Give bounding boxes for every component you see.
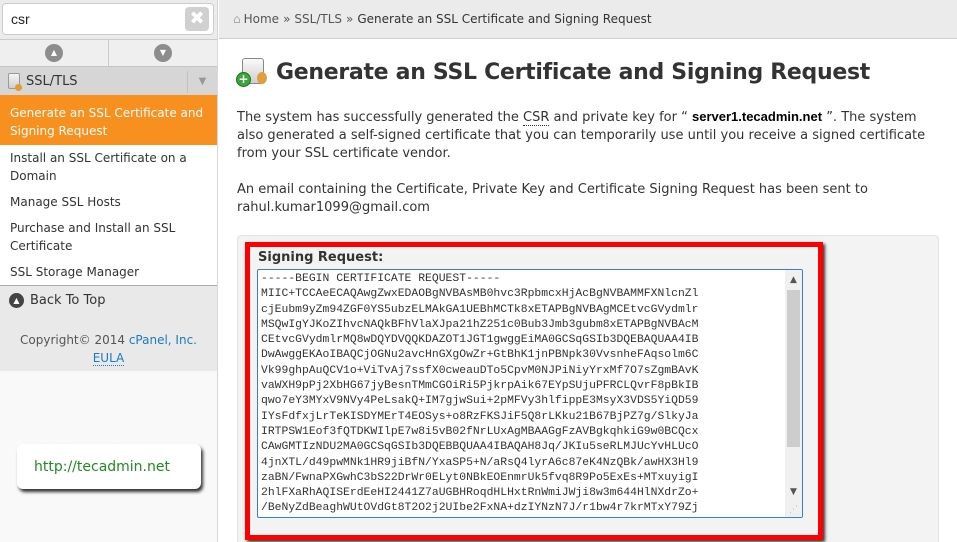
success-text-part: and private key for “ bbox=[549, 110, 692, 125]
breadcrumb-separator: » bbox=[346, 12, 354, 26]
signing-request-textarea[interactable]: -----BEGIN CERTIFICATE REQUEST----- MIIC… bbox=[257, 269, 803, 518]
breadcrumb: ⌂ Home » SSL/TLS » Generate an SSL Certi… bbox=[219, 0, 957, 39]
back-to-top-label: Back To Top bbox=[30, 293, 106, 308]
textarea-scrollbar[interactable]: ▲ ▼ ⋰ bbox=[785, 270, 802, 517]
breadcrumb-separator: » bbox=[283, 12, 291, 26]
search-box: ✖ bbox=[2, 3, 214, 35]
breadcrumb-ssl-tls[interactable]: SSL/TLS bbox=[294, 12, 342, 26]
copyright: Copyright© 2014 cPanel, Inc. EULA bbox=[0, 315, 217, 371]
search-input[interactable] bbox=[3, 4, 173, 34]
email-notice: An email containing the Certificate, Pri… bbox=[237, 182, 868, 215]
main-content: ⌂ Home » SSL/TLS » Generate an SSL Certi… bbox=[219, 0, 957, 542]
sidebar-item-generate-csr[interactable]: Generate an SSL Certificate and Signing … bbox=[0, 99, 217, 145]
eula-link[interactable]: EULA bbox=[92, 351, 125, 366]
breadcrumb-home[interactable]: Home bbox=[244, 12, 279, 26]
csr-text[interactable]: -----BEGIN CERTIFICATE REQUEST----- MIIC… bbox=[258, 270, 802, 517]
arrow-up-circle-icon: ▲ bbox=[9, 293, 24, 308]
sidebar-item-ssl-storage-manager[interactable]: SSL Storage Manager bbox=[0, 259, 217, 285]
copyright-text: Copyright© 2014 bbox=[20, 333, 125, 347]
home-icon: ⌂ bbox=[233, 12, 241, 26]
scroll-up-button[interactable]: ▲ bbox=[0, 40, 108, 66]
success-text-part: The system has successfully generated th… bbox=[237, 110, 524, 125]
hostname: server1.tecadmin.net bbox=[691, 109, 823, 124]
sidebar-item-purchase-install-ssl[interactable]: Purchase and Install an SSL Certificate bbox=[0, 215, 217, 259]
scroll-down-arrow-icon[interactable]: ▼ bbox=[785, 484, 802, 500]
watermark-label: http://tecadmin.net bbox=[17, 444, 201, 489]
scroll-up-arrow-icon[interactable]: ▲ bbox=[785, 272, 802, 288]
arrow-up-circle-icon: ▲ bbox=[45, 44, 63, 62]
cpanel-link[interactable]: cPanel, Inc. bbox=[129, 333, 197, 347]
page-title: Generate an SSL Certificate and Signing … bbox=[276, 60, 870, 85]
sidebar-group-ssl-tls[interactable]: SSL/TLS ▼ bbox=[0, 67, 217, 99]
breadcrumb-current: Generate an SSL Certificate and Signing … bbox=[357, 12, 652, 26]
scroll-down-button[interactable]: ▼ bbox=[108, 40, 217, 66]
sidebar-item-manage-ssl-hosts[interactable]: Manage SSL Hosts bbox=[0, 189, 217, 215]
signing-request-label: Signing Request: bbox=[258, 250, 384, 265]
resize-grip-icon[interactable]: ⋰ bbox=[785, 503, 802, 517]
sidebar-group-label: SSL/TLS bbox=[26, 73, 78, 89]
csr-abbreviation: CSR bbox=[523, 110, 550, 126]
page-header: + Generate an SSL Certificate and Signin… bbox=[219, 39, 957, 94]
collapse-caret-icon[interactable]: ▼ bbox=[187, 71, 217, 93]
scrollbar-thumb[interactable] bbox=[787, 290, 800, 447]
sidebar-item-install-ssl[interactable]: Install an SSL Certificate on a Domain bbox=[0, 145, 217, 189]
success-message: The system has successfully generated th… bbox=[219, 108, 957, 163]
arrow-down-circle-icon: ▼ bbox=[154, 44, 172, 62]
sidebar-search-bar: ✖ bbox=[0, 0, 217, 39]
generate-certificate-icon: + bbox=[236, 57, 270, 88]
sidebar-nav-arrows: ▲ ▼ bbox=[0, 39, 217, 67]
ssl-certificate-icon bbox=[8, 73, 22, 91]
sidebar-menu: Generate an SSL Certificate and Signing … bbox=[0, 99, 217, 285]
back-to-top-link[interactable]: ▲ Back To Top bbox=[0, 285, 217, 315]
clear-search-icon[interactable]: ✖ bbox=[185, 7, 209, 31]
